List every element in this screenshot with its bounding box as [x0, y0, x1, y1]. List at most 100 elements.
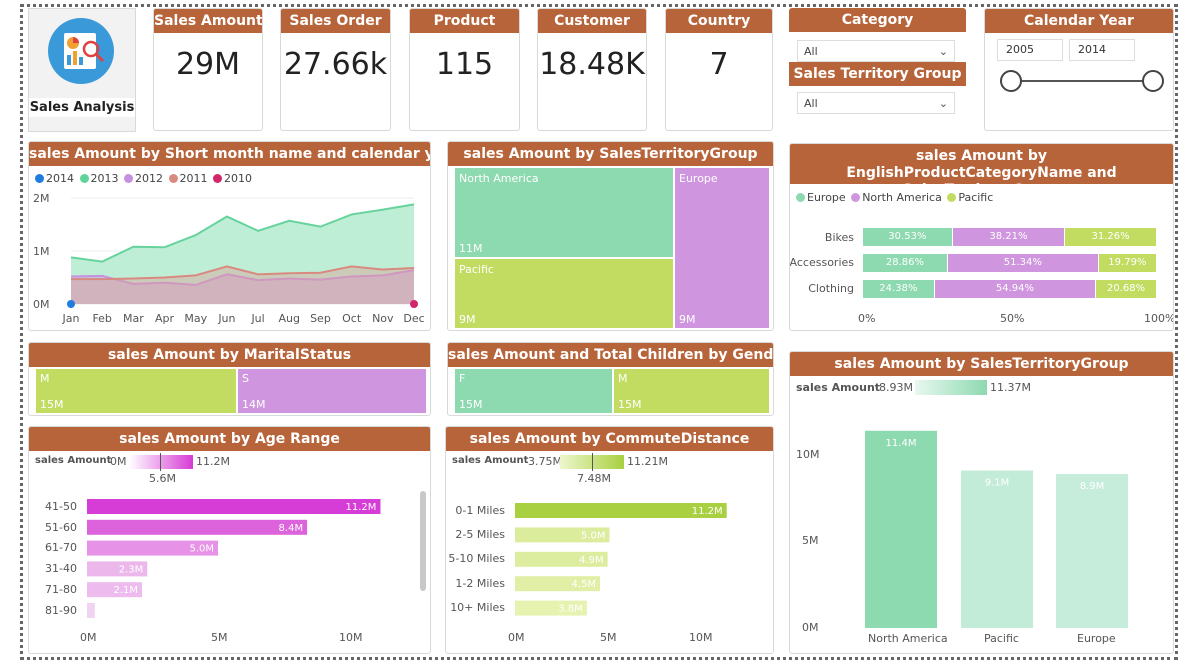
legend-item[interactable]: 2012 [135, 172, 163, 185]
tile-value: 11M [459, 242, 483, 255]
tile-value: 9M [459, 313, 476, 326]
stack-seg-bikes-europe[interactable]: 30.53% [863, 228, 952, 246]
scale-max: 11.37M [990, 381, 1031, 394]
legend-item[interactable]: 2014 [46, 172, 74, 185]
tile-value: 14M [242, 398, 266, 411]
category-label: Accessories [789, 256, 854, 269]
treemap-tile-europe[interactable]: Europe 9M [675, 168, 769, 328]
legend-dot [796, 193, 805, 202]
treemap-tile-pacific[interactable]: Pacific 9M [455, 259, 673, 328]
year-to-input[interactable]: 2014 [1069, 39, 1135, 61]
stack-seg-clothing-europe[interactable]: 24.38% [863, 280, 934, 298]
legend-item[interactable]: 2013 [91, 172, 119, 185]
stack-seg-accessories-europe[interactable]: 28.86% [863, 254, 947, 272]
slider-start-handle[interactable] [1000, 70, 1022, 92]
chart-category-territory: sales Amount by EnglishProductCategoryNa… [789, 143, 1174, 331]
category-label: Bikes [824, 231, 854, 244]
column-value-label: 9.1M [985, 478, 1010, 489]
bar-value-label: 3.8M [558, 604, 583, 615]
treemap-tile-male[interactable]: M 15M [614, 369, 769, 413]
scale-marker [160, 453, 161, 471]
slider-end-handle[interactable] [1142, 70, 1164, 92]
kpi-product: Product 115 [409, 8, 520, 131]
year-from-input[interactable]: 2005 [997, 39, 1063, 61]
tile-value: 15M [618, 398, 642, 411]
chart-month-year: sales Amount by Short month name and cal… [28, 141, 431, 331]
scale-mid: 7.48M [577, 472, 611, 485]
age-bar-5[interactable] [87, 603, 95, 618]
y-tick: 2M [33, 192, 50, 205]
chevron-down-icon: ⌄ [938, 45, 948, 58]
bar-value-label: 4.9M [579, 555, 604, 566]
category-dropdown-value: All [804, 45, 818, 58]
stack-seg-bikes-pacific[interactable]: 31.26% [1065, 228, 1156, 246]
scale-max: 11.21M [627, 455, 668, 468]
chart-legend: 2014 2013 2012 2011 2010 [33, 172, 252, 185]
category-dropdown[interactable]: All ⌄ [797, 40, 955, 62]
x-tick: 5M [211, 631, 228, 644]
age-bar-0[interactable] [87, 499, 381, 514]
x-tick: Nov [372, 312, 394, 325]
y-tick: 1M [33, 245, 50, 258]
kpi-title: Sales Order [281, 9, 390, 33]
kpi-value: 27.66k [283, 47, 388, 82]
calendar-year-slicer: Calendar Year 2005 2014 [984, 8, 1174, 131]
legend-item[interactable]: Pacific [958, 191, 993, 204]
color-scale-gradient [129, 455, 193, 469]
tile-value: 15M [459, 398, 483, 411]
stack-seg-accessories-north-america[interactable]: 51.34% [947, 254, 1098, 272]
legend-item[interactable]: Europe [807, 191, 846, 204]
year-range-slider[interactable] [997, 67, 1167, 97]
stack-seg-bikes-north-america[interactable]: 38.21% [952, 228, 1065, 246]
column-value-label: 11.4M [886, 438, 917, 449]
stack-seg-accessories-pacific[interactable]: 19.79% [1098, 254, 1156, 272]
vertical-scrollbar[interactable] [420, 491, 426, 591]
tile-name: Europe [679, 172, 718, 185]
legend-dot [213, 174, 222, 183]
x-tick: 0M [80, 631, 97, 644]
column-1[interactable] [961, 470, 1033, 628]
x-tick: Jul [250, 312, 264, 325]
color-scale-gradient [915, 380, 987, 395]
category-slicer-title: Category [789, 8, 966, 32]
legend-item[interactable]: 2011 [180, 172, 208, 185]
column-2[interactable] [1056, 474, 1128, 628]
territory-dropdown[interactable]: All ⌄ [797, 92, 955, 114]
chart-title: sales Amount by MaritalStatus [29, 343, 430, 367]
treemap-tile-single[interactable]: S 14M [238, 369, 426, 413]
stacked-bars: 30.53% 38.21% 31.26% 28.86% 51.34% 19.79… [863, 228, 1157, 308]
x-tick: 0% [858, 312, 876, 325]
kpi-value: 18.48K [539, 47, 645, 82]
x-tick: 10M [339, 631, 363, 644]
x-tick: 5M [600, 631, 617, 644]
treemap-tile-married[interactable]: M 15M [36, 369, 236, 413]
scale-label: sales Amount [796, 381, 881, 394]
kpi-title: Product [410, 9, 519, 33]
treemap-tile-north-america[interactable]: North America 11M [455, 168, 673, 257]
x-tick: 100% [1144, 312, 1174, 325]
x-tick: 50% [1000, 312, 1025, 325]
legend-item[interactable]: North America [862, 191, 942, 204]
chart-territory-columns: sales Amount by SalesTerritoryGroup sale… [789, 351, 1174, 654]
point-2010[interactable] [410, 300, 418, 308]
column-0[interactable] [865, 430, 937, 628]
area-chart-plot: 2M 1M 0M Jan Feb Mar Apr May Jun Jul Aug Sep Oct Nov D… [33, 192, 425, 325]
legend-dot [35, 174, 44, 183]
stack-seg-clothing-north-america[interactable]: 54.94% [934, 280, 1096, 298]
kpi-title: Country [666, 9, 772, 33]
age-bar-1[interactable] [87, 519, 308, 535]
bar-value-label: 5.0M [581, 530, 606, 541]
tile-name: North America [459, 172, 539, 185]
tile-value: 9M [679, 313, 696, 326]
legend-item[interactable]: 2010 [224, 172, 252, 185]
chart-age-range: sales Amount by Age Range sales Amount 0… [28, 426, 431, 654]
kpi-title: Customer [538, 9, 646, 33]
tile-value: 15M [40, 398, 64, 411]
bar-value-label: 2.1M [113, 585, 138, 596]
treemap-tile-female[interactable]: F 15M [455, 369, 612, 413]
x-tick: Mar [123, 312, 144, 325]
stack-seg-clothing-pacific[interactable]: 20.68% [1096, 280, 1156, 298]
point-2014[interactable] [67, 300, 75, 308]
bar-value-label: 11.2M [692, 506, 723, 517]
kpi-title: Sales Amount [154, 9, 262, 33]
